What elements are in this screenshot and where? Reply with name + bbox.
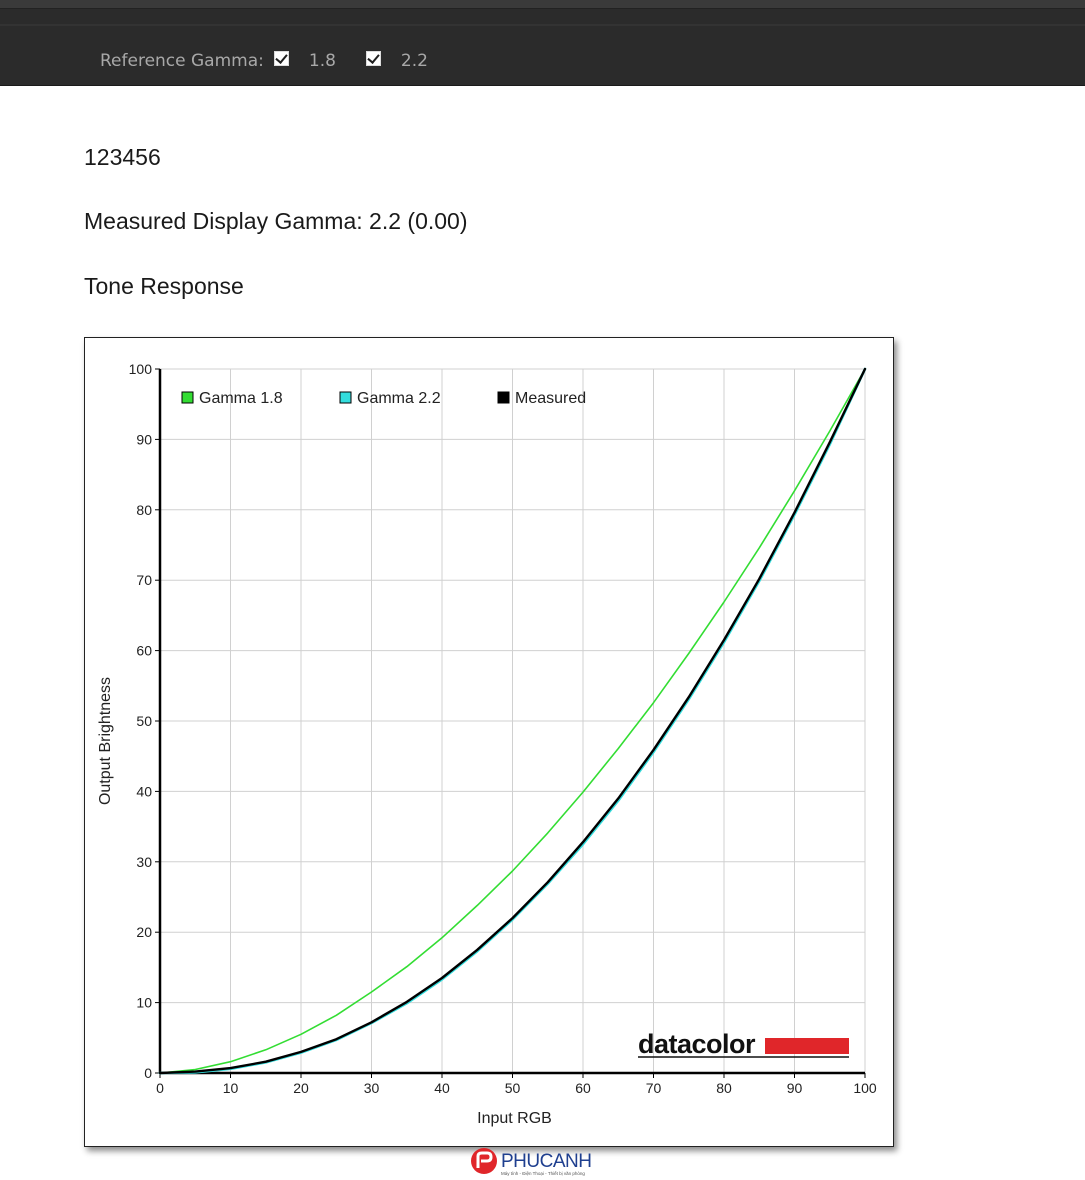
gamma-2-2-option-label: 2.2 [400, 51, 428, 71]
x-tick-label: 0 [156, 1080, 164, 1096]
legend-swatch [339, 391, 352, 404]
toolbar-top-strip [0, 0, 1085, 9]
x-tick-label: 80 [716, 1080, 732, 1096]
reference-gamma-controls: Reference Gamma: 1.8 2.2 [100, 49, 458, 73]
y-tick-label: 80 [136, 502, 152, 518]
top-toolbar: Reference Gamma: 1.8 2.2 [0, 0, 1085, 86]
y-tick-label: 50 [136, 713, 152, 729]
phucanh-logo: PHUCANH Máy tính - Điện Thoại - Thiết bị… [469, 1146, 619, 1178]
phucanh-logo-graphic: PHUCANH Máy tính - Điện Thoại - Thiết bị… [471, 1148, 592, 1176]
x-tick-label: 100 [853, 1080, 877, 1096]
legend-label: Gamma 1.8 [199, 390, 283, 407]
x-tick-label: 60 [575, 1080, 591, 1096]
measured-gamma-text: Measured Display Gamma: 2.2 (0.00) [84, 208, 468, 234]
y-tick-label: 10 [136, 995, 152, 1011]
x-tick-label: 30 [364, 1080, 380, 1096]
toolbar-divider [0, 24, 1085, 26]
tone-response-heading: Tone Response [84, 273, 244, 299]
gamma-1-8-option-label: 1.8 [308, 51, 336, 71]
x-tick-label: 40 [434, 1080, 450, 1096]
x-tick-label: 50 [505, 1080, 521, 1096]
legend-label: Measured [515, 390, 586, 407]
phucanh-tagline-text: Máy tính - Điện Thoại - Thiết bị văn phò… [501, 1171, 585, 1176]
y-tick-label: 20 [136, 924, 152, 940]
y-tick-label: 40 [136, 783, 152, 799]
x-tick-label: 20 [293, 1080, 309, 1096]
x-tick-label: 10 [223, 1080, 239, 1096]
x-tick-label: 70 [646, 1080, 662, 1096]
datacolor-logo-bar [765, 1038, 849, 1054]
y-tick-label: 60 [136, 643, 152, 659]
y-tick-label: 0 [144, 1065, 152, 1081]
datacolor-logo-text: datacolor [638, 1029, 756, 1059]
phucanh-brand-text: PHUCANH [501, 1151, 591, 1172]
tone-response-chart: 0 10 20 30 40 50 60 70 80 90 100 0 10 20 30 40 50 60 70 80 9… [84, 337, 894, 1147]
legend-swatch [497, 391, 510, 404]
y-axis-title: Output Brightness [97, 677, 114, 805]
legend-label: Gamma 2.2 [357, 390, 441, 407]
x-axis-title: Input RGB [477, 1110, 552, 1127]
x-tick-label: 90 [787, 1080, 803, 1096]
device-id-text: 123456 [84, 144, 161, 170]
y-tick-label: 90 [136, 431, 152, 447]
tone-response-chart-svg: 0 10 20 30 40 50 60 70 80 90 100 0 10 20 30 40 50 60 70 80 9… [97, 361, 877, 1127]
reference-gamma-label: Reference Gamma: [100, 51, 264, 71]
gamma-1-8-checkbox[interactable] [273, 50, 289, 66]
gamma-2-2-checkbox[interactable] [365, 50, 381, 66]
y-tick-label: 30 [136, 854, 152, 870]
y-tick-label: 100 [129, 361, 153, 377]
legend-swatch [181, 391, 194, 404]
y-tick-label: 70 [136, 572, 152, 588]
